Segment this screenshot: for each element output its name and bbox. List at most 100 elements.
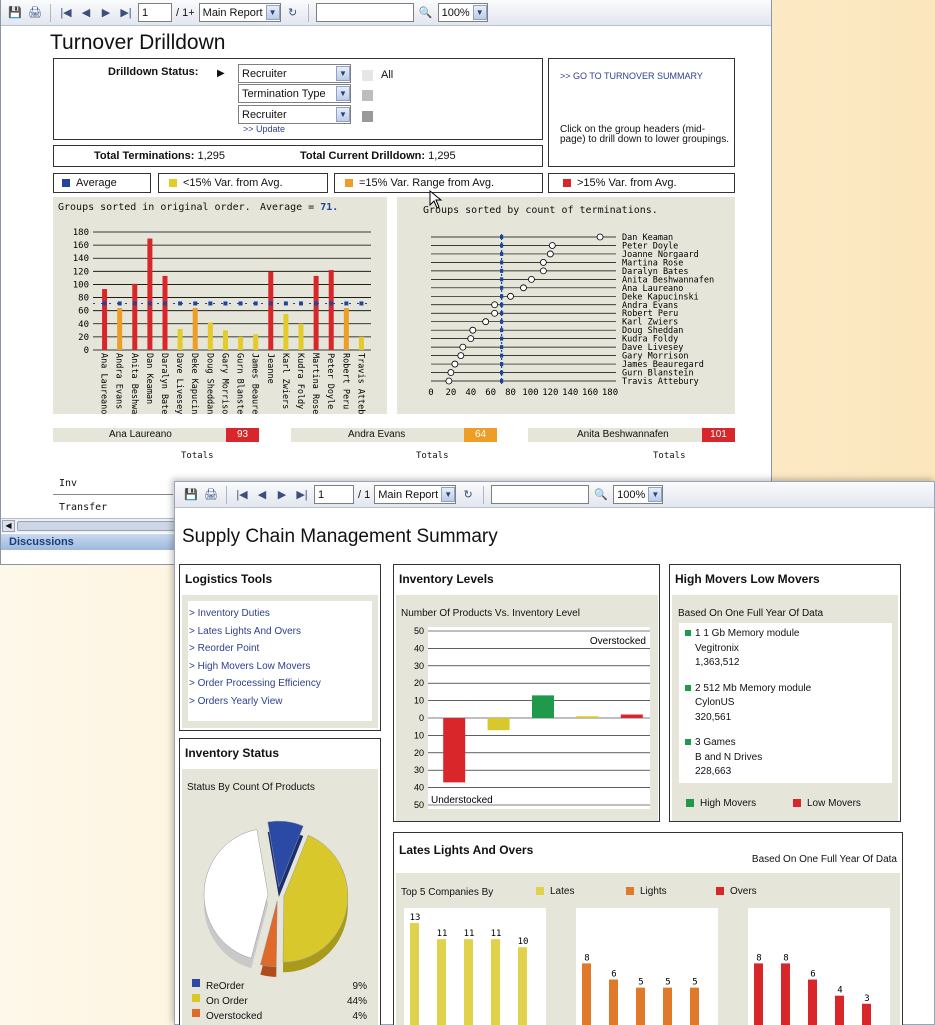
bar xyxy=(491,939,500,1025)
search-input[interactable] xyxy=(315,3,414,22)
search-input[interactable] xyxy=(491,485,590,504)
last-page-icon[interactable]: ▶| xyxy=(118,5,134,21)
export-icon[interactable]: 💾 xyxy=(183,487,199,503)
summary-row-2[interactable]: Andra Evans 64 xyxy=(291,428,497,442)
scroll-thumb[interactable] xyxy=(17,521,177,531)
data-label: 11 xyxy=(491,929,502,939)
bar xyxy=(162,275,168,350)
x-tick-label: Deke Kapucinski xyxy=(189,353,199,414)
binoculars-icon[interactable]: 🔍 xyxy=(418,5,434,21)
bar xyxy=(313,275,319,350)
goto-summary-link[interactable]: >> GO TO TURNOVER SUMMARY xyxy=(560,71,703,81)
binoculars-icon[interactable]: 🔍 xyxy=(593,487,609,503)
refresh-icon[interactable]: ↻ xyxy=(285,5,301,21)
zoom-select[interactable]: 100% ▼ xyxy=(613,485,664,504)
logistics-panel: Logistics Tools > Inventory Duties > Lat… xyxy=(179,564,381,731)
print-icon[interactable]: 🖨 xyxy=(203,487,219,503)
data-point xyxy=(507,292,514,300)
bar xyxy=(808,979,817,1025)
mover-item-3[interactable]: 3 Games B and N Drives 228,663 xyxy=(685,736,886,780)
y-tick-label: 20 xyxy=(78,333,89,343)
data-label: 8 xyxy=(584,953,589,963)
mover-item-2[interactable]: 2 512 Mb Memory module CylonUS 320,561 xyxy=(685,682,886,726)
summary-row-1[interactable]: Ana Laureano 93 xyxy=(53,428,259,442)
link-inventory-duties[interactable]: > Inventory Duties xyxy=(189,605,371,623)
legend-low: <15% Var. from Avg. xyxy=(158,173,328,193)
bar xyxy=(177,329,183,350)
level2-check[interactable] xyxy=(362,90,373,101)
bar xyxy=(207,322,213,350)
page-total: / 1+ xyxy=(176,6,195,19)
mover-item-1[interactable]: 1 1 Gb Memory module Vegitronix 1,363,512 xyxy=(685,627,886,671)
summary-name-1: Ana Laureano xyxy=(109,429,172,440)
overstocked-label: Overstocked xyxy=(590,636,646,647)
first-page-icon[interactable]: |◀ xyxy=(234,487,250,503)
update-link[interactable]: >> Update xyxy=(243,124,285,134)
bar xyxy=(487,718,510,731)
x-tick-label: James Beauregard xyxy=(250,353,260,414)
next-page-icon[interactable]: ▶ xyxy=(98,5,114,21)
chevron-down-icon: ▼ xyxy=(472,5,487,20)
first-page-icon[interactable]: |◀ xyxy=(58,5,74,21)
inventory-levels-title: Inventory Levels xyxy=(399,572,494,586)
drill-select-1[interactable]: Recruiter ▼ xyxy=(238,64,351,83)
summary-row-3[interactable]: Anita Beshwannafen 101 xyxy=(528,428,735,442)
prev-page-icon[interactable]: ◀ xyxy=(78,5,94,21)
front-toolbar: 💾 🖨 |◀ ◀ ▶ ▶| 1 / 1 Main Report ▼ ↻ 🔍 100… xyxy=(175,482,934,508)
bar xyxy=(147,238,153,350)
average-marker xyxy=(223,301,228,306)
y-tick-label: 160 xyxy=(73,241,89,251)
bar xyxy=(754,963,763,1025)
bar xyxy=(518,947,527,1025)
horizontal-scrollbar[interactable]: ◀ xyxy=(1,518,181,533)
click-note: Click on the group headers (mid-page) to… xyxy=(560,124,729,145)
y-tick-label: 20 xyxy=(414,678,424,688)
drill-select-3[interactable]: Recruiter ▼ xyxy=(238,105,351,124)
report-select[interactable]: Main Report ▼ xyxy=(374,485,457,504)
row-label: Travis Attebury xyxy=(622,377,699,387)
prev-page-icon[interactable]: ◀ xyxy=(254,487,270,503)
legend-high-movers: High Movers xyxy=(686,798,756,809)
drill-select-2[interactable]: Termination Type ▼ xyxy=(238,84,351,103)
link-orders-yearly[interactable]: > Orders Yearly View xyxy=(189,693,371,711)
data-point xyxy=(539,259,547,266)
link-lates-lights-overs[interactable]: > Lates Lights And Overs xyxy=(189,623,371,641)
data-point xyxy=(528,275,535,283)
next-page-icon[interactable]: ▶ xyxy=(274,487,290,503)
x-tick-label: Robert Peru xyxy=(340,353,350,409)
zoom-select[interactable]: 100% ▼ xyxy=(437,3,488,22)
scroll-left-icon[interactable]: ◀ xyxy=(2,520,15,532)
turnover-bar-chart: 0 20 40 60 80 100 120 140 160 180 Ana Laureano Andr… xyxy=(73,228,371,414)
x-tick-label: Peter Doyle xyxy=(325,353,335,409)
lates-title: Lates Lights And Overs xyxy=(399,843,534,857)
page-input[interactable]: 1 xyxy=(314,485,354,504)
data-label: 5 xyxy=(665,978,670,988)
movers-panel: High Movers Low Movers Based On One Full… xyxy=(669,564,901,822)
movers-subtitle: Based On One Full Year Of Data xyxy=(678,608,824,619)
discussions-bar[interactable]: Discussions xyxy=(1,534,181,550)
legend-low-movers: Low Movers xyxy=(793,798,861,809)
link-high-low-movers[interactable]: > High Movers Low Movers xyxy=(189,658,371,676)
level3-check[interactable] xyxy=(362,111,373,122)
link-reorder-point[interactable]: > Reorder Point xyxy=(189,640,371,658)
report-select[interactable]: Main Report ▼ xyxy=(198,3,281,22)
y-tick-label: 10 xyxy=(414,730,424,740)
data-point xyxy=(596,233,604,241)
x-tick-label: 80 xyxy=(505,388,516,398)
page-input[interactable]: 1 xyxy=(138,3,172,22)
refresh-icon[interactable]: ↻ xyxy=(460,487,476,503)
chevron-down-icon: ▼ xyxy=(265,5,280,20)
link-order-processing[interactable]: > Order Processing Efficiency xyxy=(189,675,371,693)
last-page-icon[interactable]: ▶| xyxy=(294,487,310,503)
export-icon[interactable]: 💾 xyxy=(7,5,23,21)
arrow-icon: ▶ xyxy=(217,68,225,79)
bar xyxy=(620,714,643,718)
drilldown-panel: Drilldown Status: ▶ Recruiter ▼ Terminati… xyxy=(53,58,543,140)
print-icon[interactable]: 🖨 xyxy=(27,5,43,21)
total-drilldown-label: Total Current Drilldown: xyxy=(300,150,426,162)
all-check[interactable] xyxy=(362,70,373,81)
x-tick-label: Gurn Blanstein xyxy=(235,353,245,414)
bar xyxy=(268,271,274,350)
y-tick-label: 140 xyxy=(73,254,89,264)
x-tick-label: Andra Evans xyxy=(114,353,124,409)
